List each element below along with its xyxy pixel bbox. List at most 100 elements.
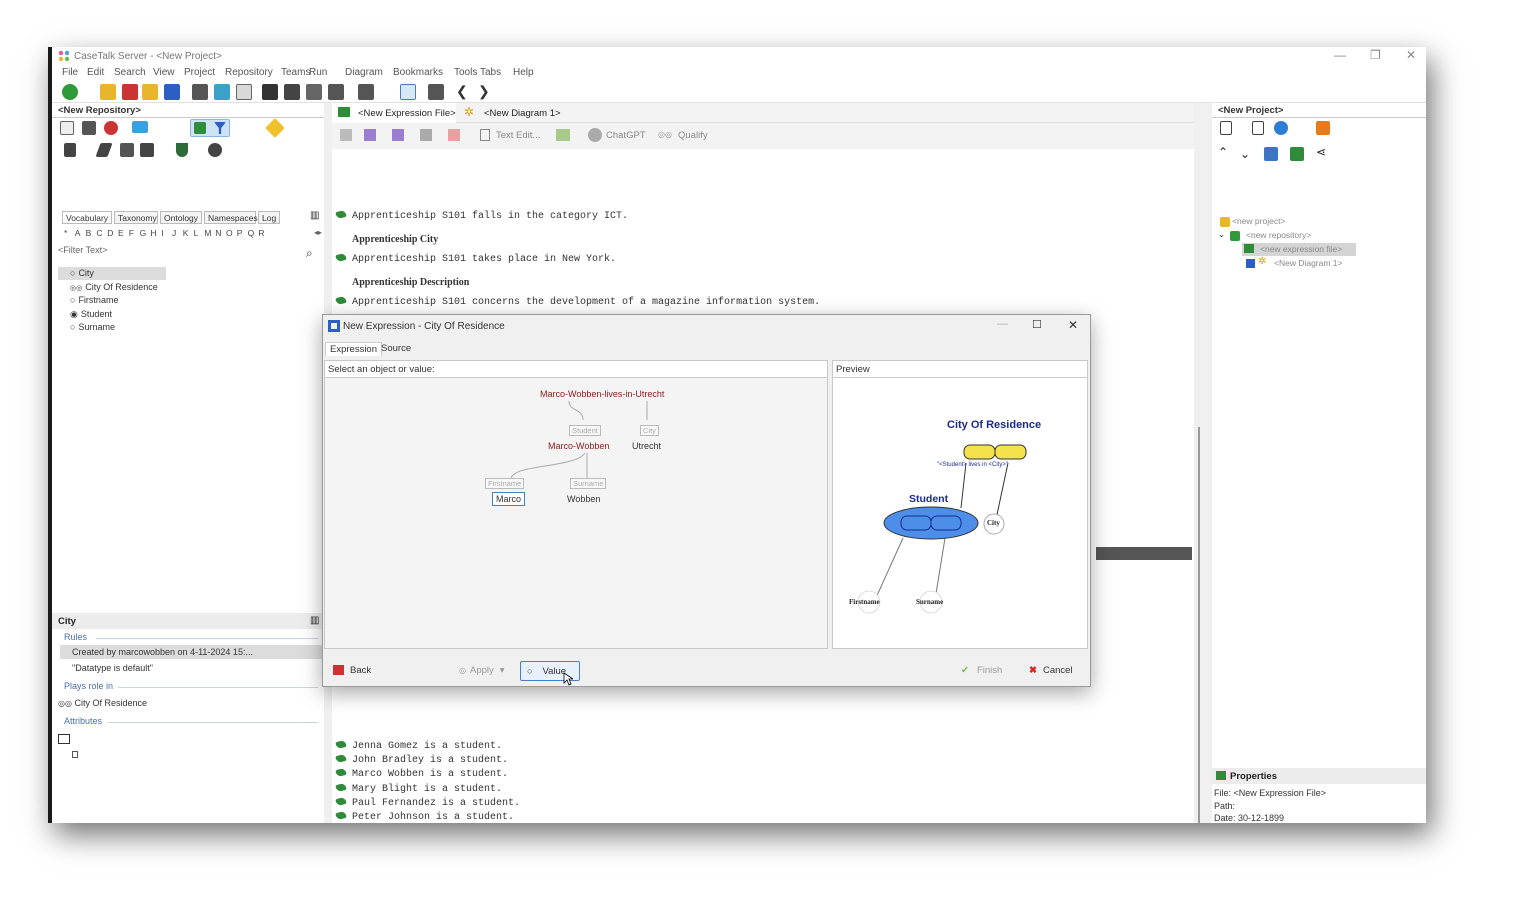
- globe-icon[interactable]: [1274, 121, 1288, 135]
- chevron-down-icon[interactable]: ⌄: [1218, 230, 1225, 239]
- alpha-filter-i[interactable]: I: [161, 228, 163, 238]
- tab-taxonomy[interactable]: Taxonomy: [114, 211, 158, 224]
- expression-line[interactable]: Apprenticeship S101 falls in the categor…: [335, 205, 628, 223]
- vocab-item[interactable]: ◎◎ City Of Residence: [70, 282, 158, 292]
- save-icon[interactable]: [164, 84, 180, 100]
- window-icon[interactable]: [58, 734, 70, 744]
- vocab-item[interactable]: ○ Firstname: [70, 295, 118, 305]
- checkbox-icon[interactable]: [72, 751, 78, 758]
- menu-item[interactable]: Edit: [87, 67, 104, 78]
- minimize-icon[interactable]: —: [1334, 48, 1346, 62]
- comment-icon[interactable]: [556, 129, 570, 141]
- tool-icon[interactable]: [392, 129, 404, 141]
- vocab-item[interactable]: ◉ Student: [70, 309, 112, 320]
- undo-icon[interactable]: [328, 84, 344, 100]
- tool-icon[interactable]: [364, 129, 376, 141]
- chatgpt-button[interactable]: ChatGPT: [606, 130, 646, 141]
- back-arrow-icon[interactable]: ❮: [456, 83, 468, 100]
- alpha-filter-all[interactable]: *: [64, 228, 67, 238]
- close-icon[interactable]: ✕: [1068, 318, 1078, 332]
- share-icon[interactable]: ⋖: [1316, 145, 1326, 159]
- tab-source[interactable]: Source: [377, 342, 415, 355]
- tab-ontology[interactable]: Ontology: [160, 211, 202, 224]
- new-file-icon[interactable]: [1220, 121, 1232, 135]
- root-fact-node[interactable]: Marco-Wobben-lives-in-Utrecht: [540, 389, 664, 399]
- print-icon[interactable]: [192, 84, 208, 100]
- rule-item[interactable]: "Datatype is default": [72, 663, 153, 673]
- surname-value-node[interactable]: Wobben: [567, 494, 600, 504]
- open-folder-icon[interactable]: [142, 84, 158, 100]
- paste-icon[interactable]: [306, 84, 322, 100]
- export-icon[interactable]: [122, 84, 138, 100]
- open-repository-icon[interactable]: [100, 84, 116, 100]
- grid-icon[interactable]: [60, 121, 74, 135]
- qualify-button[interactable]: Qualify: [678, 130, 708, 141]
- pencil-icon[interactable]: [95, 143, 113, 157]
- alpha-filter-b[interactable]: B: [86, 228, 92, 238]
- print-preview-icon[interactable]: [214, 84, 230, 100]
- tree-expression-file[interactable]: <new expression file>: [1260, 244, 1342, 254]
- menu-item[interactable]: Project: [184, 67, 215, 78]
- menu-item[interactable]: Search: [114, 67, 146, 78]
- role-student[interactable]: Student: [569, 425, 601, 436]
- tab-log[interactable]: Log: [258, 211, 280, 224]
- list-icon[interactable]: [82, 121, 96, 135]
- tab-diagram[interactable]: ✲ <New Diagram 1>: [464, 103, 574, 123]
- database-icon[interactable]: [1264, 147, 1278, 161]
- apply-button[interactable]: ◎ Apply ▾: [453, 661, 511, 681]
- menu-item[interactable]: File: [62, 67, 78, 78]
- alpha-filter-q[interactable]: Q: [248, 228, 255, 238]
- alpha-filter-e[interactable]: E: [118, 228, 124, 238]
- tree-diagram[interactable]: <New Diagram 1>: [1274, 258, 1343, 268]
- shield-icon[interactable]: [176, 143, 188, 157]
- menu-item[interactable]: Run: [309, 67, 327, 78]
- vocab-item[interactable]: ○ City: [70, 268, 94, 278]
- tool-icon[interactable]: [448, 129, 460, 141]
- expression-line[interactable]: Apprenticeship S101 concerns the develop…: [335, 291, 820, 309]
- role-surname[interactable]: Surname: [570, 478, 607, 489]
- move-up-icon[interactable]: ⌃: [1218, 145, 1228, 159]
- tree-project[interactable]: <new project>: [1232, 216, 1285, 226]
- alpha-filter-l[interactable]: L: [194, 228, 199, 238]
- maximize-icon[interactable]: ☐: [1032, 318, 1042, 331]
- alpha-filter-n[interactable]: N: [215, 228, 221, 238]
- columns-icon[interactable]: ▥: [310, 615, 319, 626]
- package-icon[interactable]: [1316, 121, 1330, 135]
- restore-icon[interactable]: ❐: [1370, 48, 1381, 62]
- city-value-node[interactable]: Utrecht: [632, 441, 661, 451]
- tree-repository[interactable]: <new repository>: [1246, 230, 1311, 240]
- tool-icon[interactable]: [420, 129, 432, 141]
- gear-icon[interactable]: [208, 143, 222, 157]
- student-node[interactable]: Marco-Wobben: [548, 441, 609, 451]
- menu-item[interactable]: Help: [513, 67, 534, 78]
- back-button[interactable]: Back: [327, 661, 383, 681]
- report-icon[interactable]: [236, 84, 252, 100]
- firstname-value-node[interactable]: Marco: [492, 492, 526, 506]
- plays-role-item[interactable]: ◎◎ City Of Residence: [58, 698, 147, 708]
- delete-icon[interactable]: [64, 143, 76, 157]
- comment-icon[interactable]: [132, 121, 148, 133]
- chevron-down-icon[interactable]: ▾: [500, 665, 505, 676]
- add-file-icon[interactable]: [1252, 121, 1264, 135]
- move-down-icon[interactable]: ⌄: [1240, 147, 1250, 161]
- menu-item[interactable]: Teams: [281, 67, 310, 78]
- role-firstname[interactable]: Firstname: [485, 478, 525, 489]
- alpha-filter-d[interactable]: D: [107, 228, 113, 238]
- menu-item[interactable]: Repository: [225, 67, 273, 78]
- cancel-button[interactable]: ✖ Cancel: [1023, 661, 1079, 681]
- alpha-filter-m[interactable]: M: [204, 228, 211, 238]
- alpha-filter-o[interactable]: O: [226, 228, 233, 238]
- lock-open-icon[interactable]: [140, 143, 154, 157]
- alpha-filter-h[interactable]: H: [150, 228, 156, 238]
- tab-expression[interactable]: Expression: [325, 342, 382, 356]
- forward-arrow-icon[interactable]: ❯: [478, 83, 490, 100]
- alpha-filter-g[interactable]: G: [140, 228, 147, 238]
- unlock-icon[interactable]: [1290, 147, 1304, 161]
- rule-item[interactable]: Created by marcowobben on 4-11-2024 15:.…: [72, 647, 253, 657]
- alpha-filter-f[interactable]: F: [129, 228, 134, 238]
- hierarchy-icon[interactable]: [120, 143, 134, 157]
- alpha-filter-r[interactable]: R: [258, 228, 264, 238]
- target-icon[interactable]: [104, 121, 118, 135]
- splitter[interactable]: [1198, 427, 1200, 823]
- filter-text-input[interactable]: <Filter Text>: [58, 245, 107, 255]
